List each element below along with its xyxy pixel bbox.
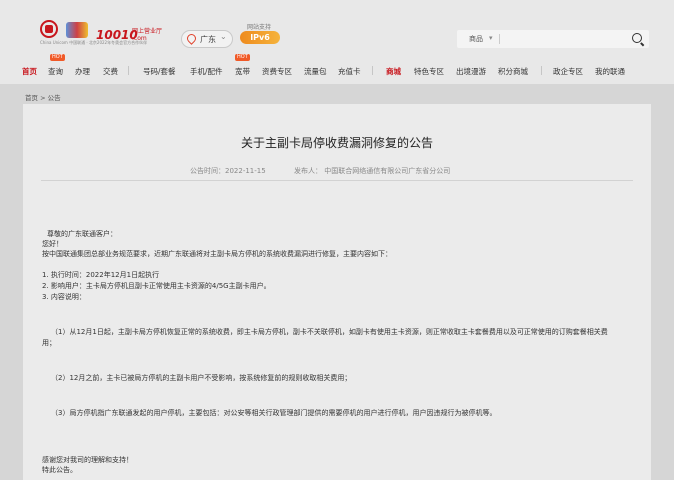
nav-item-number-plan[interactable]: 号码/套餐 [143,66,176,77]
item-execution-time: 1. 执行时间：2022年12月1日起执行 [42,271,160,279]
nav-item-home[interactable]: 首页 [22,66,37,77]
nav-item-handle[interactable]: 办理 [75,66,90,77]
item-content-heading: 3. 内容说明： [42,293,86,301]
main-nav: 首页 HOT 查询 办理 交费 号码/套餐 手机/配件 HOT 宽带 资费专区 … [0,54,674,78]
location-pin-icon [185,32,198,45]
announcement-publisher: 发布人： 中国联合网络通信有限公司广东省分公司 [294,167,451,175]
thanks-line: 感谢您对我司的理解和支持！ [42,456,133,464]
detail-paragraph-3: （3）局方停机指广东联通发起的用户停机，主要包括：对公安等相关行政管理部门提供的… [51,409,497,417]
announcement-card: 关于主副卡局停收费漏洞修复的公告 公告时间：2022-11-15 发布人： 中国… [23,104,651,480]
brand-subtitle-line1: 网上营业厅 [132,28,163,35]
hot-badge: HOT [235,54,250,61]
detail-paragraph-1: （1）从12月1日起，主副卡局方停机恢复正常的系统收费，即主卡局方停机，副卡不关… [51,328,608,336]
chevron-down-icon: ▾ [489,34,493,42]
nav-item-mall[interactable]: 商城 [386,66,401,77]
search-category-select[interactable]: 商品 [469,34,483,44]
nav-item-points-mall[interactable]: 积分商城 [498,66,528,77]
nav-item-phone-accessories[interactable]: 手机/配件 [190,66,223,77]
nav-item-special-zone[interactable]: 特色专区 [414,66,444,77]
announcement-time: 公告时间：2022-11-15 [190,167,266,175]
closing-line: 特此公告。 [42,466,77,474]
region-label: 广东 [200,35,216,44]
ipv6-caption: 网站支持 [247,24,272,31]
brand-subtitle-line2: .com [132,35,147,42]
olympic-emblem-icon [66,22,88,38]
chevron-down-icon: ⌄ [220,32,227,41]
search-icon[interactable] [632,33,642,43]
salutation: 您好！ [42,240,63,248]
intro-paragraph: 按中国联通集团总部业务规范要求，近期广东联通将对主副卡局方停机的系统收费漏洞进行… [42,250,392,258]
greeting: 尊敬的广东联通客户： [47,230,117,238]
nav-item-roaming[interactable]: 出境漫游 [456,66,486,77]
nav-item-pay[interactable]: 交费 [103,66,118,77]
title-divider [41,180,633,181]
region-selector[interactable]: 广东 ⌄ [181,30,233,48]
site-header: China Unicom 中国联通 · 北京2022年冬奥会官方合作伙伴 100… [0,0,674,84]
brand-subtitle: 网上营业厅 .com [132,28,162,42]
nav-divider [541,66,542,75]
unicom-knot-icon [40,20,58,38]
nav-item-my-unicom[interactable]: 我的联通 [595,66,625,77]
detail-paragraph-1-cont: 用； [42,339,56,347]
item-affected-users: 2. 影响用户：主卡局方停机且副卡正常使用主卡资源的4/5G主副卡用户。 [42,282,271,290]
detail-paragraph-2: （2）12月之前，主卡已被局方停机的主副卡用户不受影响，按系统修复前的规则收取相… [51,374,352,382]
nav-item-tariff-zone[interactable]: 资费专区 [262,66,292,77]
ipv6-badge: IPv6 [240,31,280,44]
nav-item-enterprise[interactable]: 政企专区 [553,66,583,77]
page-title: 关于主副卡局停收费漏洞修复的公告 [240,136,433,150]
nav-item-query[interactable]: 查询 [48,66,63,77]
hot-badge: HOT [50,54,65,61]
nav-item-broadband[interactable]: 宽带 [235,66,250,77]
breadcrumb[interactable]: 首页 > 公告 [25,92,61,102]
search-bar[interactable]: 商品 ▾ [457,30,649,48]
nav-item-recharge-card[interactable]: 充值卡 [338,66,361,77]
nav-item-data-pack[interactable]: 流量包 [304,66,327,77]
china-unicom-logo[interactable]: China Unicom 中国联通 · 北京2022年冬奥会官方合作伙伴 [40,20,147,50]
nav-divider [372,66,373,75]
nav-divider [128,66,129,75]
search-divider [499,34,500,44]
